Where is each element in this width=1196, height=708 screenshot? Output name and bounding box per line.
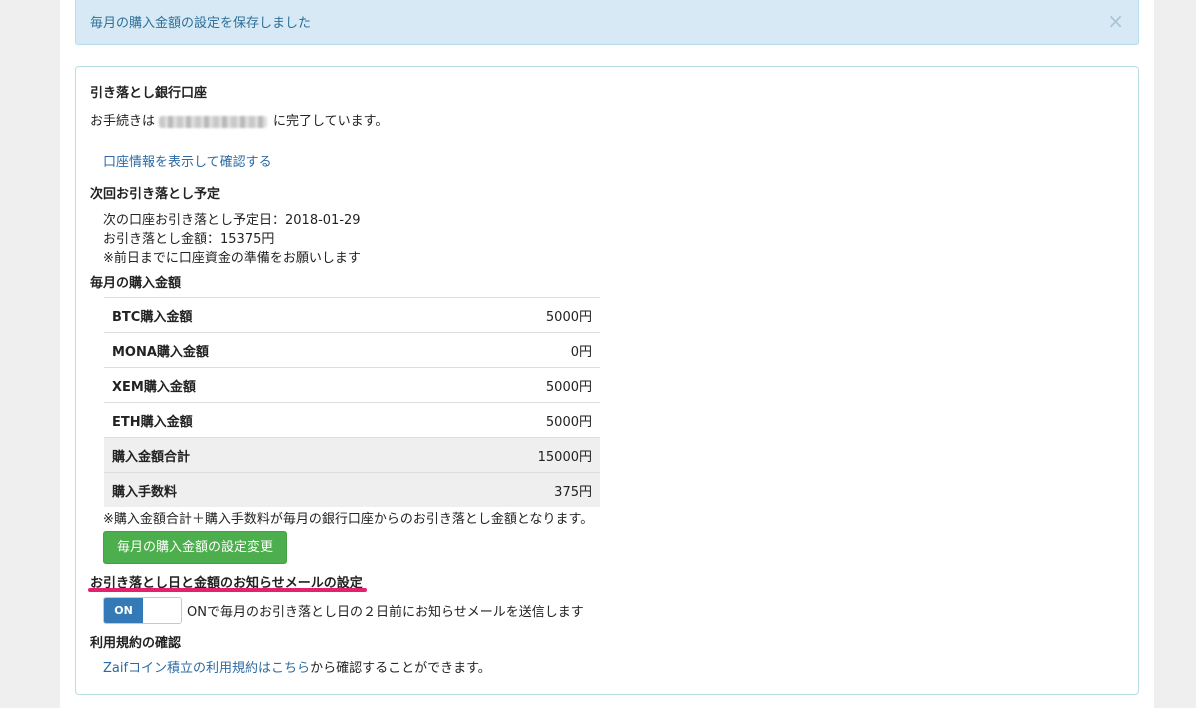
bank-status: お手続きは に完了しています。 [90,110,388,129]
row-label: 購入金額合計 [104,437,410,473]
bank-heading: 引き落とし銀行口座 [90,86,208,101]
terms-link[interactable]: Zaifコイン積立の利用規約はこちら [103,661,310,676]
next-debit-date: 次の口座お引き落とし予定日：2018-01-29 [103,213,361,228]
notify-description: ONで毎月のお引き落とし日の２日前にお知らせメールを送信します [187,605,584,620]
highlight-underline [88,588,367,592]
toggle-on-label: ON [104,598,143,623]
next-debit-heading: 次回お引き落とし予定 [90,187,221,202]
monthly-amount-table: BTC購入金額 5000円 MONA購入金額 0円 XEM購入金額 5000円 … [104,297,600,507]
close-icon[interactable]: × [1107,8,1124,34]
next-debit-note: ※前日までに口座資金の準備をお願いします [103,251,361,266]
terms-line: Zaifコイン積立の利用規約はこちらから確認することができます。 [103,657,491,676]
row-value: 375円 [409,472,600,507]
table-row: XEM購入金額 5000円 [104,367,600,403]
terms-suffix: から確認することができます。 [310,661,491,676]
monthly-note: ※購入金額合計＋購入手数料が毎月の銀行口座からのお引き落とし金額となります。 [103,512,594,527]
row-value: 5000円 [409,367,600,403]
bank-status-suffix: に完了しています。 [273,114,389,129]
terms-heading: 利用規約の確認 [90,636,182,651]
page: 毎月の購入金額の設定を保存しました × 引き落とし銀行口座 お手続きは に完了して… [60,0,1154,708]
notify-toggle[interactable]: ON [103,597,182,624]
row-label: 購入手数料 [104,472,410,507]
row-value: 15000円 [409,437,600,473]
settings-panel: 引き落とし銀行口座 お手続きは に完了しています。 口座情報を表示して確認する 次… [75,66,1139,695]
table-row: ETH購入金額 5000円 [104,402,600,438]
bank-status-prefix: お手続きは [90,114,156,129]
monthly-heading: 毎月の購入金額 [90,276,182,291]
change-monthly-amount-button[interactable]: 毎月の購入金額の設定変更 [103,531,287,564]
redacted-date [159,115,268,128]
table-row-total: 購入金額合計 15000円 [104,437,600,473]
row-label: XEM購入金額 [104,367,410,403]
row-value: 5000円 [409,297,600,333]
table-row: BTC購入金額 5000円 [104,297,600,333]
table-row-fee: 購入手数料 375円 [104,472,600,507]
alert-message: 毎月の購入金額の設定を保存しました [90,16,312,31]
row-value: 0円 [409,332,600,368]
next-debit-amount: お引き落とし金額：15375円 [103,232,275,247]
table-row: MONA購入金額 0円 [104,332,600,368]
row-label: MONA購入金額 [104,332,410,368]
row-label: BTC購入金額 [104,297,410,333]
row-label: ETH購入金額 [104,402,410,438]
success-alert: 毎月の購入金額の設定を保存しました × [75,0,1139,45]
row-value: 5000円 [409,402,600,438]
show-account-info-link[interactable]: 口座情報を表示して確認する [103,151,272,170]
